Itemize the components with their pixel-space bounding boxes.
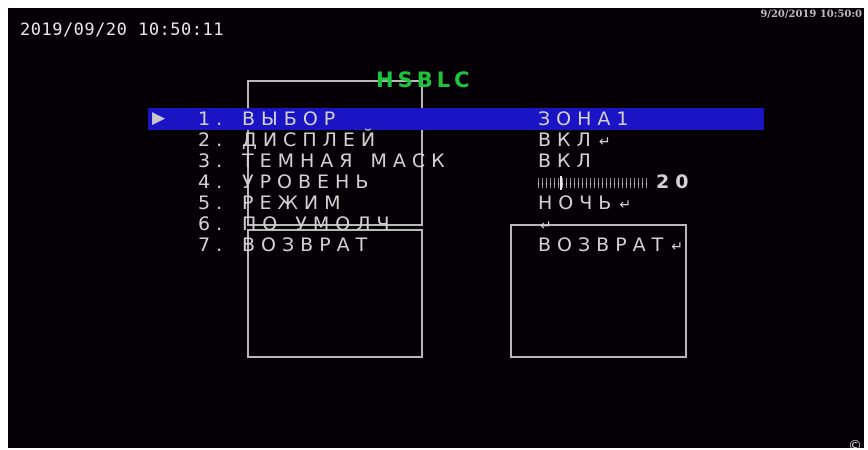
menu-item-default[interactable]: 6. ПО УМОЛЧ ↵ bbox=[198, 214, 778, 234]
menu-item-value-wrap: ВКЛ ↵ bbox=[538, 130, 611, 152]
menu-item-value: ВКЛ bbox=[538, 129, 597, 151]
menu-item-number: 7. bbox=[198, 234, 229, 256]
menu-item-value: ЗОНА1 bbox=[538, 108, 635, 130]
menu-item-label: ВЫБОР bbox=[242, 108, 342, 130]
enter-icon: ↵ bbox=[540, 218, 552, 234]
menu-item-label: РЕЖИМ bbox=[242, 192, 347, 214]
menu-item-dark-mask[interactable]: 3. ТЕМНАЯ МАСК ВКЛ bbox=[198, 151, 778, 171]
menu-item-value: 20 bbox=[656, 171, 695, 193]
menu-item-label: ДИСПЛЕЙ bbox=[242, 129, 382, 151]
menu-item-number: 6. bbox=[198, 213, 229, 235]
slider-track bbox=[538, 183, 648, 185]
menu-item-value: ВОЗВРАТ bbox=[538, 234, 670, 256]
cursor-arrow-icon: ▶ bbox=[152, 108, 166, 128]
enter-icon: ↵ bbox=[619, 197, 632, 213]
menu-item-mode[interactable]: 5. РЕЖИМ НОЧЬ ↵ bbox=[198, 193, 778, 213]
enter-icon: ↵ bbox=[598, 134, 611, 150]
menu-title: HSBLC bbox=[376, 68, 474, 92]
osd-timestamp: 2019/09/20 10:50:11 bbox=[20, 20, 224, 40]
camera-osd-screen: 2019/09/20 10:50:11 9/20/2019 10:50:0 HS… bbox=[8, 8, 864, 448]
menu-item-value-wrap: ВОЗВРАТ ↵ bbox=[538, 235, 683, 257]
menu-item-select[interactable]: 1. ВЫБОР ЗОНА1 bbox=[198, 109, 778, 129]
menu-item-number: 3. bbox=[198, 150, 229, 172]
menu-item-value-wrap: НОЧЬ ↵ bbox=[538, 193, 631, 215]
osd-timestamp-small: 9/20/2019 10:50:0 bbox=[760, 9, 862, 20]
menu-item-label: ПО УМОЛЧ bbox=[242, 213, 396, 235]
menu-item-label: УРОВЕНЬ bbox=[242, 171, 375, 193]
menu-item-level[interactable]: 4. УРОВЕНЬ 20 bbox=[198, 172, 778, 192]
slider-thumb[interactable] bbox=[560, 176, 562, 190]
level-slider[interactable] bbox=[538, 176, 650, 190]
menu-item-number: 5. bbox=[198, 192, 229, 214]
menu-item-value: ВКЛ bbox=[538, 150, 597, 172]
menu-item-display[interactable]: 2. ДИСПЛЕЙ ВКЛ ↵ bbox=[198, 130, 778, 150]
menu-item-return[interactable]: 7. ВОЗВРАТ ВОЗВРАТ ↵ bbox=[198, 235, 778, 255]
enter-icon: ↵ bbox=[671, 239, 684, 255]
corner-glyph: © bbox=[848, 438, 862, 448]
menu-item-label: ТЕМНАЯ МАСК bbox=[242, 150, 451, 172]
menu-item-value-wrap: ↵ bbox=[538, 214, 552, 236]
menu-item-label: ВОЗВРАТ bbox=[242, 234, 374, 256]
menu-item-value: НОЧЬ bbox=[538, 192, 618, 214]
menu-item-number: 2. bbox=[198, 129, 229, 151]
menu-item-number: 4. bbox=[198, 171, 229, 193]
menu-item-number: 1. bbox=[198, 108, 229, 130]
